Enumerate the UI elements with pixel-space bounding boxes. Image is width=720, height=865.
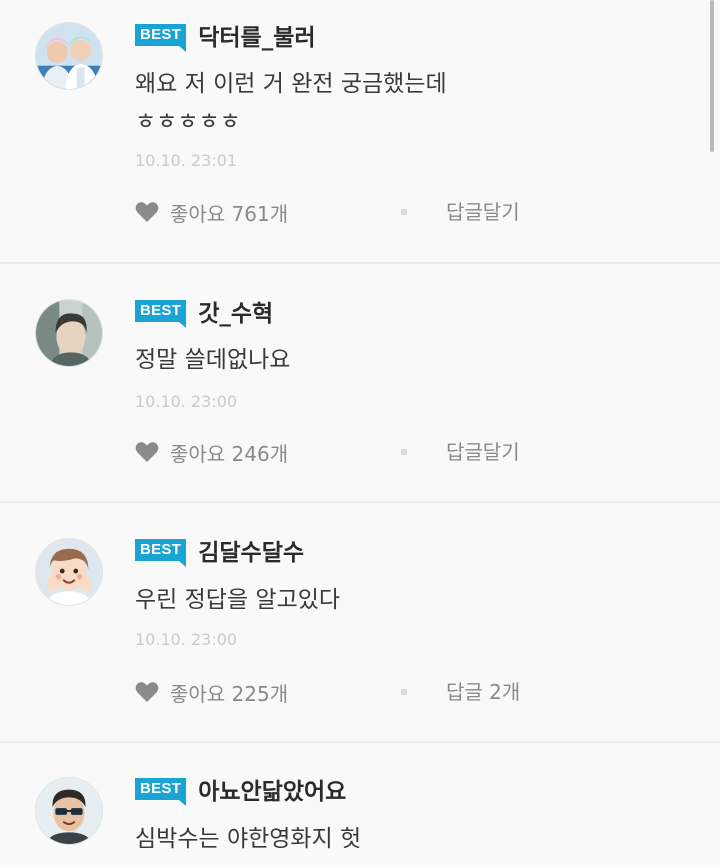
avatar-man-icon[interactable] (35, 299, 103, 367)
best-badge: BEST (135, 539, 187, 567)
avatar-cartoon-icon[interactable] (35, 538, 103, 606)
best-badge: BEST (135, 778, 187, 806)
timestamp: 10.10. 23:01 (135, 151, 238, 170)
comment-actions: 좋아요 225개 답글 2개 (135, 677, 575, 707)
comment-text-line: 왜요 저 이런 거 완전 궁금했는데 (135, 71, 447, 97)
comment-text-line: ㅎㅎㅎㅎㅎ (135, 109, 241, 135)
comment-text-line: 정말 쓸데없나요 (135, 347, 291, 373)
comment-item: BEST 갓_수혁 정말 쓸데없나요 10.10. 23:00 좋아요 246개… (0, 264, 720, 503)
separator-dot (401, 449, 407, 455)
comment-header: BEST 갓_수혁 (135, 294, 273, 328)
like-count: 좋아요 225개 (170, 681, 289, 706)
nickname[interactable]: 아뇨안닮았어요 (198, 772, 346, 806)
comment-item: BEST 아뇨안닮았어요 심박수는 야한영화지 헛 (0, 743, 720, 865)
best-badge: BEST (135, 24, 187, 52)
avatar-two-men-icon[interactable] (35, 22, 103, 90)
reply-button[interactable]: 답글 2개 (446, 677, 520, 707)
like-button[interactable]: 좋아요 246개 (135, 437, 288, 467)
separator-dot (401, 209, 407, 215)
reply-button[interactable]: 답글달기 (446, 197, 520, 227)
comment-header: BEST 김달수달수 (135, 533, 304, 567)
timestamp: 10.10. 23:00 (135, 630, 238, 649)
reply-button[interactable]: 답글달기 (446, 437, 520, 467)
heart-icon (135, 681, 159, 703)
timestamp: 10.10. 23:00 (135, 392, 238, 411)
comment-text: 심박수는 야한영화지 헛 (135, 820, 361, 858)
comment-text-line: 심박수는 야한영화지 헛 (135, 826, 362, 852)
nickname[interactable]: 닥터를_불러 (198, 18, 315, 52)
avatar-sunglasses-icon[interactable] (35, 777, 103, 845)
like-button[interactable]: 좋아요 225개 (135, 677, 288, 707)
comment-text: 우린 정답을 알고있다 (135, 581, 340, 619)
heart-icon (135, 201, 159, 223)
comment-list: BEST 닥터를_불러 왜요 저 이런 거 완전 궁금했는데 ㅎㅎㅎㅎㅎ 10.… (0, 0, 720, 865)
like-button[interactable]: 좋아요 761개 (135, 197, 288, 227)
comment-actions: 좋아요 761개 답글달기 (135, 197, 575, 227)
like-count: 좋아요 761개 (170, 201, 289, 226)
separator-dot (401, 689, 407, 695)
nickname[interactable]: 갓_수혁 (198, 294, 273, 328)
comment-item: BEST 닥터를_불러 왜요 저 이런 거 완전 궁금했는데 ㅎㅎㅎㅎㅎ 10.… (0, 0, 720, 264)
comment-header: BEST 아뇨안닮았어요 (135, 772, 346, 806)
comment-header: BEST 닥터를_불러 (135, 18, 316, 52)
comment-actions: 좋아요 246개 답글달기 (135, 437, 575, 467)
comment-text-line: 우린 정답을 알고있다 (135, 587, 341, 613)
scrollbar[interactable] (710, 0, 714, 152)
comment-text: 정말 쓸데없나요 (135, 341, 290, 379)
nickname[interactable]: 김달수달수 (198, 533, 304, 567)
best-badge: BEST (135, 300, 187, 328)
like-count: 좋아요 246개 (170, 441, 289, 466)
comment-text: 왜요 저 이런 거 완전 궁금했는데 ㅎㅎㅎㅎㅎ (135, 65, 447, 141)
heart-icon (135, 441, 159, 463)
comment-item: BEST 김달수달수 우린 정답을 알고있다 10.10. 23:00 좋아요 … (0, 503, 720, 743)
